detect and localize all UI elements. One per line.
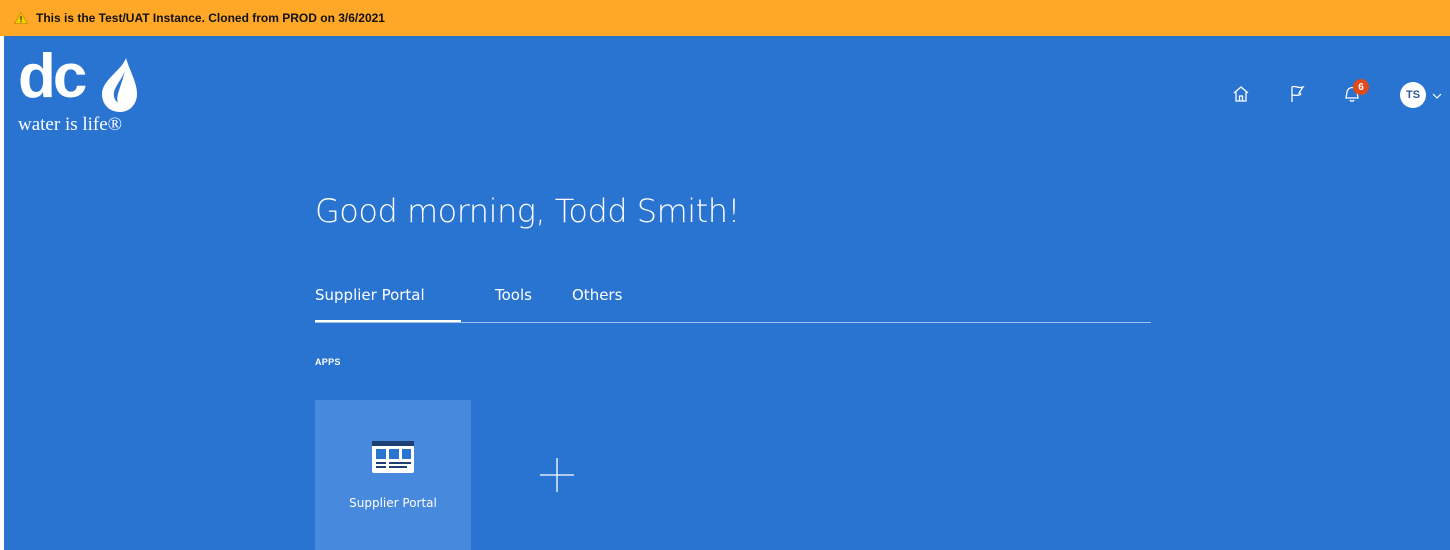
chevron-down-icon[interactable] [1431, 90, 1443, 102]
banner-text: This is the Test/UAT Instance. Cloned fr… [36, 11, 385, 25]
user-avatar[interactable]: TS [1400, 82, 1426, 108]
app-tile-supplier-portal[interactable]: Supplier Portal [315, 400, 471, 550]
favorites-button[interactable] [1285, 82, 1309, 106]
notifications-count-badge[interactable]: 6 [1353, 79, 1369, 95]
tab-supplier-portal[interactable]: Supplier Portal [315, 284, 461, 322]
apps-section-label: APPS [315, 357, 341, 367]
plus-icon[interactable] [538, 456, 576, 494]
greeting-title: Good morning, Todd Smith! [315, 192, 740, 230]
logo-tagline: water is life® [18, 114, 123, 135]
global-header-toolbar: 6 TS [0, 79, 1450, 112]
springboard-tabs: Supplier Portal Tools Others [315, 284, 1151, 323]
tab-tools[interactable]: Tools [495, 284, 532, 321]
tab-others[interactable]: Others [572, 284, 622, 321]
flag-icon [1291, 85, 1305, 102]
supplier-portal-icon [372, 441, 414, 473]
warning-icon [14, 12, 28, 24]
app-tile-label: Supplier Portal [349, 496, 437, 510]
home-button[interactable] [1229, 82, 1253, 106]
home-icon [1233, 86, 1249, 102]
environment-banner: This is the Test/UAT Instance. Cloned fr… [0, 0, 1450, 36]
